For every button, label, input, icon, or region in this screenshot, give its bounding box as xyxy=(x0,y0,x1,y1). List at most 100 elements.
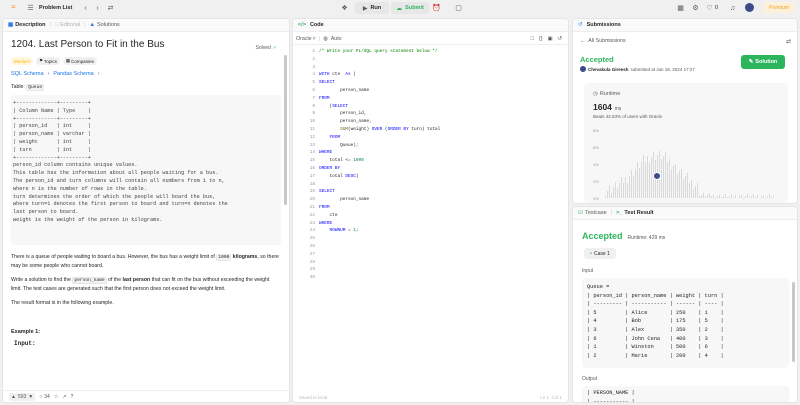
histogram-bar xyxy=(651,157,652,198)
histogram-bar xyxy=(707,194,708,198)
play-icon: ▶ xyxy=(362,5,368,12)
back-to-submissions[interactable]: ← All Submissions xyxy=(580,38,626,44)
line-number: 27 xyxy=(309,251,315,257)
bell-icon[interactable]: ♫ xyxy=(728,4,737,13)
histogram-bar xyxy=(611,192,612,198)
debug-icon[interactable]: ❖ xyxy=(340,4,349,13)
histogram-bar xyxy=(769,194,770,198)
histogram-bar xyxy=(649,162,650,198)
code-line: person_id, xyxy=(340,111,367,117)
companies-chip[interactable]: ▦ Companies xyxy=(62,57,97,65)
avatar[interactable] xyxy=(745,3,754,12)
pandas-schema-link[interactable]: Pandas Schema xyxy=(53,71,93,77)
histogram-bar xyxy=(641,161,642,198)
tab-editorial[interactable]: □ Editorial xyxy=(55,22,80,28)
result-runtime: Runtime: 429 ms xyxy=(627,235,666,241)
editor-toolbar: Oracle ˅ | ◍ Auto □ {} ▣ ↺ xyxy=(293,33,568,45)
histogram-bar xyxy=(713,194,714,198)
collapse-icon[interactable]: ⇄ xyxy=(786,38,791,45)
reset-icon[interactable]: ↺ xyxy=(558,36,562,42)
tab-testcase[interactable]: ☑ Testcase xyxy=(578,210,607,216)
bookmark-icon[interactable]: □ xyxy=(531,36,534,42)
my-submission-marker[interactable] xyxy=(653,172,661,180)
histogram-bar xyxy=(731,194,732,198)
result-status: Accepted xyxy=(582,231,623,241)
submissions-title: Submissions xyxy=(586,22,621,28)
timer-icon[interactable]: ⏰ xyxy=(432,4,441,13)
tag-icon: ⚑ xyxy=(39,58,44,63)
layout-icon[interactable]: ▦ xyxy=(676,4,685,13)
thumbs-down-icon[interactable]: ▼ xyxy=(28,394,33,400)
run-button[interactable]: ▶ Run xyxy=(355,2,389,14)
list-icon[interactable]: ☰ xyxy=(26,4,35,13)
tab-description[interactable]: ▦ Description xyxy=(8,22,45,28)
histogram-bar xyxy=(605,195,606,198)
settings-icon[interactable]: ⚙ xyxy=(691,4,700,13)
case-tab[interactable]: • Case 1 xyxy=(584,248,616,259)
like-button[interactable]: ▲ 593 ▼ xyxy=(9,392,36,401)
line-number: 28 xyxy=(309,259,315,265)
braces-icon[interactable]: {} xyxy=(539,36,543,42)
tab-solutions[interactable]: ▲ Solutions xyxy=(90,22,120,28)
topics-chip[interactable]: ⚑ Topics xyxy=(36,57,60,65)
auto-label[interactable]: Auto xyxy=(331,36,342,42)
line-number: 2 xyxy=(312,56,315,62)
comments-button[interactable]: ○ 34 xyxy=(39,394,50,400)
sql-schema-link[interactable]: SQL Schema xyxy=(11,71,44,77)
code-line: cte xyxy=(329,212,338,218)
axis-label: 0% xyxy=(593,196,599,201)
line-number: 1 xyxy=(312,49,315,54)
document-icon: ▦ xyxy=(8,22,14,28)
axis-label: 4% xyxy=(593,162,599,167)
histogram-bar xyxy=(711,196,712,198)
share-icon[interactable]: ↗ xyxy=(62,394,66,400)
language-select[interactable]: Oracle ˅ xyxy=(296,36,316,42)
notes-icon[interactable]: ▢ xyxy=(454,4,463,13)
expand-icon[interactable]: ▣ xyxy=(548,36,553,42)
prev-icon[interactable]: ‹ xyxy=(81,4,90,13)
histogram-bar xyxy=(683,178,684,198)
histogram-bar xyxy=(609,185,610,198)
comment-icon: ○ xyxy=(39,393,43,400)
help-icon[interactable]: ? xyxy=(71,394,74,400)
code-line: Queue); xyxy=(340,142,359,148)
premium-button[interactable]: Premium xyxy=(763,2,795,13)
histogram-bar xyxy=(685,175,686,198)
star-icon[interactable]: ☆ xyxy=(54,394,58,400)
description-footer: ▲ 593 ▼ ○ 34 ☆ ↗ ? xyxy=(3,390,289,402)
fire-icon[interactable]: ♡ xyxy=(705,4,714,13)
next-icon[interactable]: › xyxy=(93,4,102,13)
arrow-left-icon: ← xyxy=(580,38,586,44)
histogram-bar xyxy=(613,187,614,198)
result-status-row: Accepted Runtime: 429 ms xyxy=(582,231,665,241)
histogram-bar xyxy=(627,182,628,198)
histogram-bar xyxy=(661,159,662,198)
histogram-bar xyxy=(697,182,698,198)
histogram-bar xyxy=(635,168,636,198)
histogram-bar xyxy=(607,190,608,198)
description-tabs: ▦ Description | □ Editorial | ▲ Solution… xyxy=(3,19,289,32)
code-editor-panel: </> Code Oracle ˅ | ◍ Auto □ {} ▣ ↺ 1 /* W… xyxy=(292,18,569,403)
histogram-bar xyxy=(619,182,620,198)
difficulty-badge: Medium xyxy=(11,57,34,65)
line-number: 22 xyxy=(309,212,315,218)
tab-test-result[interactable]: >_ Test Result xyxy=(616,210,654,216)
histogram-bar xyxy=(681,168,682,198)
histogram-bar xyxy=(629,176,630,198)
runtime-value: 1604 xyxy=(593,102,612,112)
shuffle-icon[interactable]: ⇄ xyxy=(106,4,115,13)
line-number: 19 xyxy=(309,189,315,195)
line-number: 23 xyxy=(309,220,315,226)
code-area[interactable]: 1 /* Write your PL/SQL query statement be… xyxy=(293,49,568,389)
problem-title[interactable]: 1204. Last Person to Fit in the Bus xyxy=(11,39,281,50)
problem-list-link[interactable]: Problem List xyxy=(39,5,72,11)
scrollbar[interactable] xyxy=(284,55,287,205)
line-number: 20 xyxy=(309,197,315,203)
histogram-bar xyxy=(705,196,706,198)
scrollbar[interactable] xyxy=(792,282,795,362)
submit-button[interactable]: ☁ Submit xyxy=(391,2,429,14)
logo-icon[interactable]: ≈ xyxy=(9,3,18,12)
solution-button[interactable]: ✎ Solution xyxy=(741,55,785,69)
code-line: ROWNUM = 1; xyxy=(329,228,359,234)
code-line: ORDER BY xyxy=(319,166,341,171)
